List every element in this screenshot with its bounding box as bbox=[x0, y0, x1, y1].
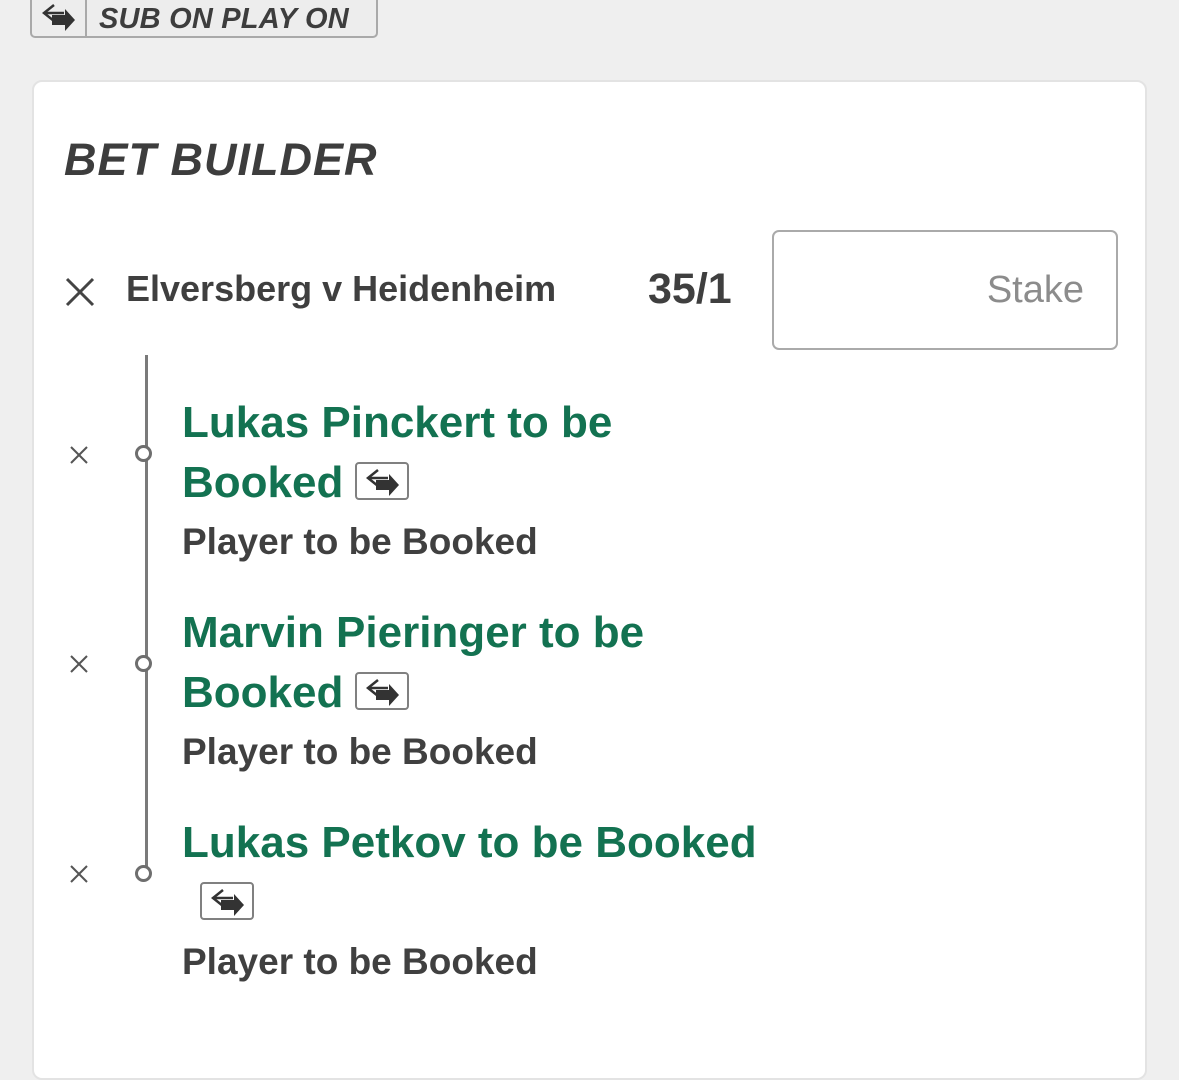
timeline-node bbox=[135, 865, 152, 882]
selection-market: Player to be Booked bbox=[182, 521, 538, 562]
odds-value: 35/1 bbox=[648, 265, 732, 313]
selection-title[interactable]: Marvin Pieringer to be Booked bbox=[182, 603, 722, 723]
swap-arrows-icon bbox=[32, 0, 87, 36]
swap-arrows-icon bbox=[355, 672, 410, 711]
sub-on-play-on-banner[interactable]: SUB ON PLAY ON bbox=[30, 0, 378, 38]
remove-selection-icon[interactable] bbox=[68, 863, 90, 885]
swap-arrows-icon bbox=[200, 882, 254, 920]
timeline-line bbox=[145, 355, 148, 876]
bet-builder-card: BET BUILDER Elversberg v Heidenheim 35/1… bbox=[32, 80, 1147, 1080]
timeline-node bbox=[135, 445, 152, 462]
bet-builder-title: BET BUILDER bbox=[64, 134, 378, 185]
swap-arrows-icon bbox=[355, 462, 410, 501]
close-icon[interactable] bbox=[64, 276, 96, 308]
remove-selection-icon[interactable] bbox=[68, 653, 90, 675]
remove-selection-icon[interactable] bbox=[68, 444, 90, 466]
selection-market: Player to be Booked bbox=[182, 941, 538, 982]
banner-label: SUB ON PLAY ON bbox=[99, 2, 349, 35]
selection-title[interactable]: Lukas Petkov to be Booked bbox=[182, 813, 882, 873]
selection-market: Player to be Booked bbox=[182, 731, 538, 772]
timeline-node bbox=[135, 655, 152, 672]
selection-title[interactable]: Lukas Pinckert to be Booked bbox=[182, 393, 702, 513]
stake-input[interactable] bbox=[772, 230, 1118, 350]
match-name: Elversberg v Heidenheim bbox=[126, 268, 557, 309]
